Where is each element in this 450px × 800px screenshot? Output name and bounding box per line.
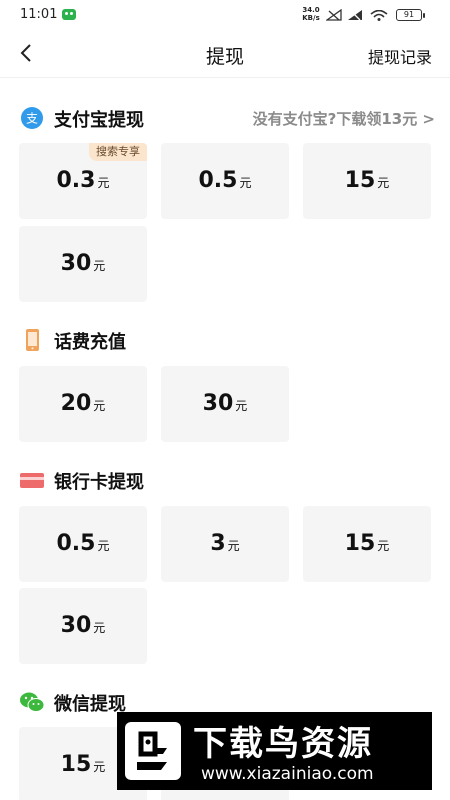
option-unit: 元 [377,176,390,190]
section-title: 微信提现 [54,694,126,715]
withdraw-record-link[interactable]: 提现记录 [368,44,432,68]
alipay-download-promo[interactable]: 没有支付宝?下载领13元 > [253,108,435,129]
watermark-title: 下载鸟资源 [193,724,373,764]
option-amount: 15 [60,752,92,777]
option-amount: 15 [344,531,376,556]
phone-icon [26,329,39,351]
option-unit: 元 [93,621,106,635]
section-phone-header: 话费充值 [20,325,435,355]
option-unit: 元 [93,399,106,413]
section-title: 银行卡提现 [54,472,144,493]
option-unit: 元 [377,539,390,553]
section-title: 话费充值 [54,332,126,353]
option-amount: 0.5 [198,168,238,193]
option-amount: 0.5 [56,531,96,556]
exclusive-tag: 搜索专享 [89,143,147,161]
option-unit: 元 [235,399,248,413]
recharge-option-card[interactable]: 30 元 [161,366,289,442]
option-amount: 20 [60,391,92,416]
option-unit: 元 [239,176,252,190]
option-unit: 元 [93,259,106,273]
alipay-icon: 支 [21,107,43,129]
signal-icon [326,9,342,21]
nav-bar: 提现 提现记录 [0,30,450,78]
recharge-option-card[interactable]: 20 元 [19,366,147,442]
withdraw-option-card[interactable]: 0.5 元 [161,143,289,219]
option-unit: 元 [97,176,110,190]
section-title: 支付宝提现 [54,110,144,131]
network-speed: 34.0 KB/s [302,6,320,22]
bird-logo-icon [125,722,181,780]
bank-card-icon [20,473,44,488]
option-unit: 元 [227,539,240,553]
withdraw-option-card[interactable]: 30 元 [19,588,147,664]
wifi-icon [370,10,388,21]
option-amount: 15 [344,168,376,193]
battery-icon: 91 [396,9,425,21]
withdraw-option-card[interactable]: 30 元 [19,226,147,302]
withdraw-option-card[interactable]: 0.5 元 [19,506,147,582]
wechat-notification-icon [62,9,76,20]
option-amount: 3 [210,531,226,556]
site-watermark: 下载鸟资源 www.xiazainiao.com [117,712,432,790]
option-amount: 30 [60,613,92,638]
option-amount: 30 [202,391,234,416]
status-bar: 11:01 34.0 KB/s 91 [0,0,450,30]
option-unit: 元 [97,539,110,553]
withdraw-option-card[interactable]: 3元 [161,506,289,582]
status-time: 11:01 [20,7,58,22]
section-bank-header: 银行卡提现 [20,465,435,495]
withdraw-option-card[interactable]: 15 元 [303,143,431,219]
option-unit: 元 [93,760,106,774]
svg-text:支: 支 [26,112,38,126]
section-alipay-header: 支 支付宝提现 没有支付宝?下载领13元 > [20,103,435,133]
option-amount: 30 [60,251,92,276]
signal-hd-icon [348,10,362,21]
option-amount: 0.3 [56,168,96,193]
wechat-icon [20,692,44,712]
withdraw-option-card[interactable]: 15 元 [303,506,431,582]
withdraw-option-card[interactable]: 搜索专享 0.3 元 [19,143,147,219]
watermark-url: www.xiazainiao.com [201,764,374,784]
